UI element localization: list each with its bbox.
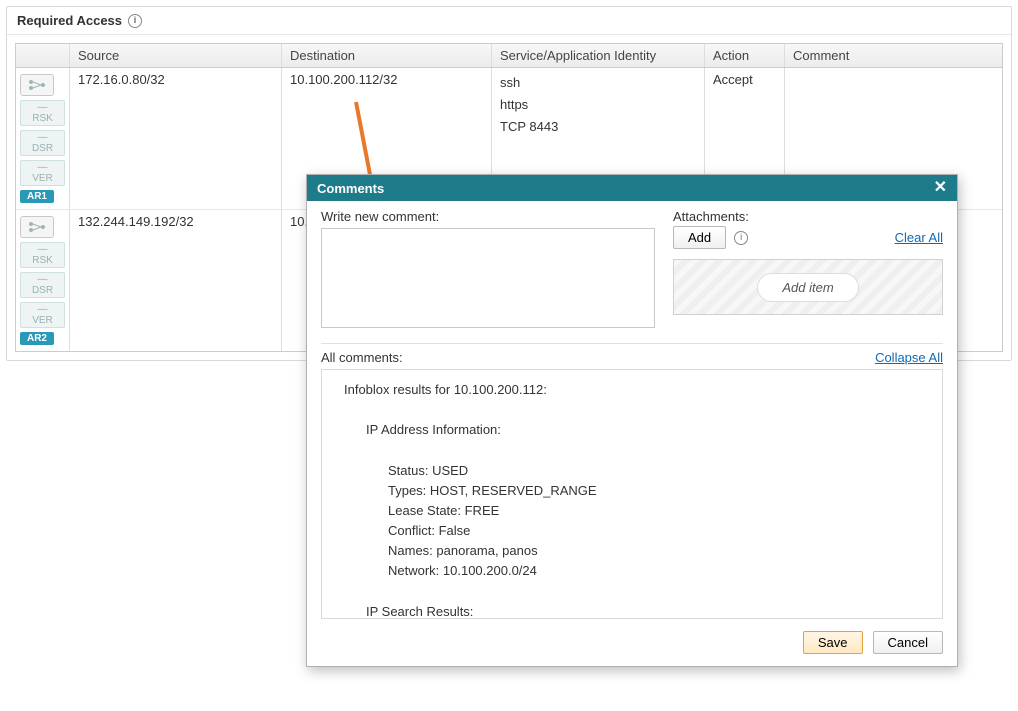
tag-ar[interactable]: AR1 (20, 190, 54, 203)
add-attachment-button[interactable]: Add (673, 226, 726, 249)
new-comment-label: Write new comment: (321, 209, 655, 224)
kv-line: Types: HOST, RESERVED_RANGE (388, 481, 920, 501)
kv-line: Conflict: False (388, 521, 920, 541)
attachment-dropzone[interactable]: Add item (673, 259, 943, 315)
section-title: IP Search Results: (366, 602, 920, 619)
flow-icon[interactable] (20, 74, 54, 96)
modal-footer: Save Cancel (307, 621, 957, 666)
tag-rsk[interactable]: — RSK (20, 242, 65, 268)
new-comment-input[interactable] (321, 228, 655, 328)
modal-body: Write new comment: Attachments: Add i Cl… (307, 201, 957, 621)
flow-icon[interactable] (20, 216, 54, 238)
add-item-pill[interactable]: Add item (757, 273, 858, 302)
col-destination[interactable]: Destination (282, 44, 492, 67)
info-icon[interactable]: i (734, 231, 748, 245)
kv-line: Lease State: FREE (388, 501, 920, 521)
kv-line: Names: panorama, panos (388, 541, 920, 561)
panel-title: Required Access (17, 13, 122, 28)
tag-rsk[interactable]: — RSK (20, 100, 65, 126)
col-badge (16, 44, 70, 67)
tag-ar[interactable]: AR2 (20, 332, 54, 345)
col-comment[interactable]: Comment (785, 44, 1002, 67)
comment-heading: Infoblox results for 10.100.200.112: (344, 380, 920, 400)
tag-ver[interactable]: — VER (20, 160, 65, 186)
cancel-button[interactable]: Cancel (873, 631, 943, 654)
tag-ver[interactable]: — VER (20, 302, 65, 328)
grid-header: Source Destination Service/Application I… (16, 44, 1002, 68)
cell-source[interactable]: 172.16.0.80/32 (70, 68, 282, 209)
kv-line: Status: USED (388, 461, 920, 481)
tag-dsr[interactable]: — DSR (20, 130, 65, 156)
section-title: IP Address Information: (366, 420, 920, 440)
modal-title-text: Comments (317, 181, 384, 196)
separator (321, 343, 943, 344)
cell-source[interactable]: 132.244.149.192/32 (70, 210, 282, 351)
all-comments-label: All comments: (321, 350, 403, 365)
col-service[interactable]: Service/Application Identity (492, 44, 705, 67)
col-source[interactable]: Source (70, 44, 282, 67)
modal-titlebar[interactable]: Comments ✕ (307, 175, 957, 201)
svc-line: TCP 8443 (500, 116, 696, 138)
row-badges: — RSK — DSR — VER AR2 (16, 210, 70, 351)
comments-modal: Comments ✕ Write new comment: Attachment… (306, 174, 958, 667)
close-icon[interactable]: ✕ (934, 180, 947, 196)
attachments-label: Attachments: (673, 209, 749, 224)
collapse-all-link[interactable]: Collapse All (875, 350, 943, 365)
row-badges: — RSK — DSR — VER AR1 (16, 68, 70, 209)
panel-header: Required Access i (7, 7, 1011, 35)
col-action[interactable]: Action (705, 44, 785, 67)
svc-line: ssh (500, 72, 696, 94)
tag-dsr[interactable]: — DSR (20, 272, 65, 298)
clear-all-link[interactable]: Clear All (895, 230, 943, 245)
comments-list[interactable]: Infoblox results for 10.100.200.112: IP … (321, 369, 943, 619)
info-icon[interactable]: i (128, 14, 142, 28)
save-button[interactable]: Save (803, 631, 863, 654)
kv-line: Network: 10.100.200.0/24 (388, 561, 920, 581)
svc-line: https (500, 94, 696, 116)
